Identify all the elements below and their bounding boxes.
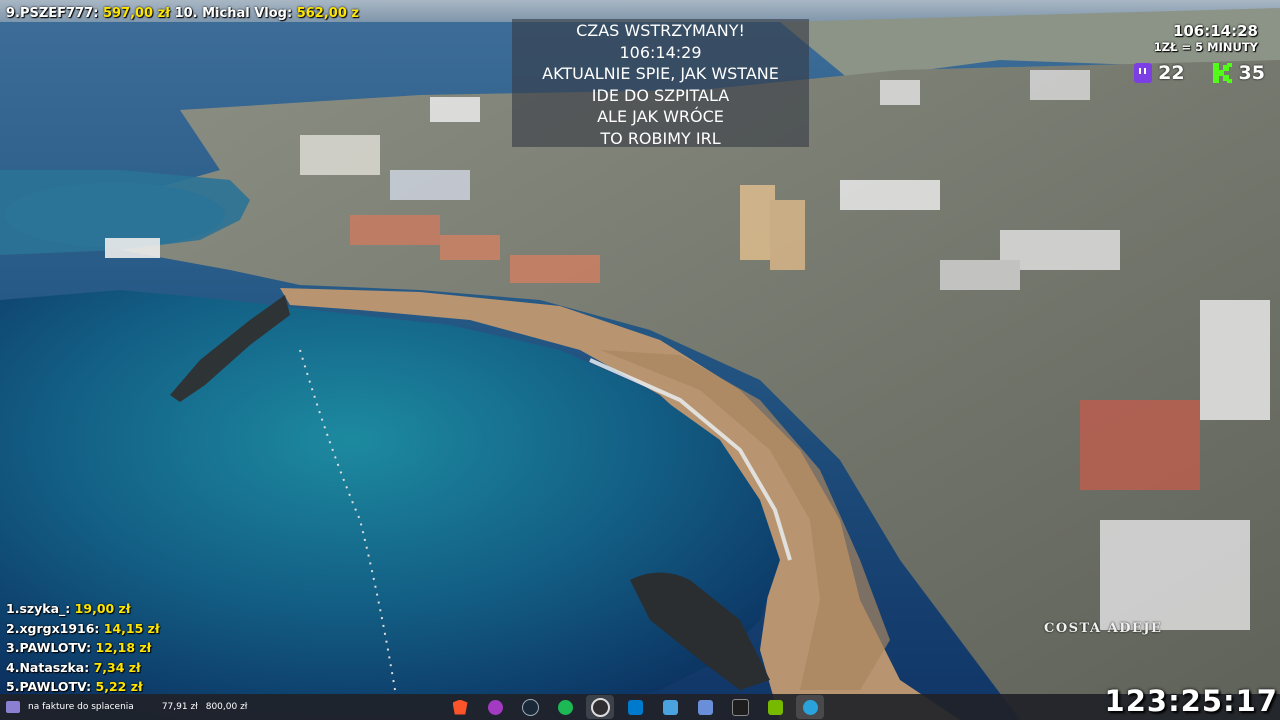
ticker-name-9: PSZEF777:	[19, 6, 99, 21]
ticker-amount-9: 597,00 zł	[102, 6, 171, 21]
leaderboard-row: 3.PAWLOTV: 12,18 zł	[6, 640, 152, 656]
ticker-name-10: Michal Vlog:	[202, 6, 293, 21]
messenger-icon[interactable]	[481, 695, 509, 719]
subathon-timer-panel: 106:14:28 1ZŁ = 5 MINUTY	[1154, 22, 1258, 54]
vscode-icon[interactable]	[621, 695, 649, 719]
twitch-icon	[1134, 63, 1153, 83]
obs-icon[interactable]	[586, 695, 614, 719]
goal-widget-current: 77,91 zł	[161, 702, 198, 712]
network-tool-icon[interactable]	[691, 695, 719, 719]
leaderboard-row: 4.Nataszka: 7,34 zł	[6, 659, 141, 675]
twitch-viewer-count: 22	[1158, 62, 1185, 84]
viewer-counters: 22 35	[1134, 62, 1265, 84]
nvidia-icon[interactable]	[761, 695, 789, 719]
kick-icon	[1211, 62, 1233, 84]
brave-icon[interactable]	[446, 695, 474, 719]
message-line-4: IDE DO SZPITALA	[591, 85, 730, 105]
rate-label: 1ZŁ = 5 MINUTY	[1153, 40, 1258, 54]
kick-viewer-count: 35	[1238, 62, 1265, 84]
goal-widget-icon	[6, 701, 20, 713]
main-stream-timer: 123:25:17	[1104, 684, 1278, 718]
leaderboard-row: 1.szyka_: 19,00 zł	[6, 601, 131, 616]
ticker-rank-9: 9.	[6, 6, 20, 21]
steam-icon[interactable]	[516, 695, 544, 719]
paused-message-box: CZAS WSTRZYMANY! 106:14:29 AKTUALNIE SPI…	[512, 19, 809, 148]
windows-tool-icon[interactable]	[656, 695, 684, 719]
leaderboard-row: 2.xgrgx1916: 14,15 zł	[6, 620, 160, 636]
message-line-2: 106:14:29	[619, 42, 702, 62]
location-caption: COSTA ADEJE	[1044, 621, 1163, 636]
message-line-3: AKTUALNIE SPIE, JAK WSTANE	[542, 64, 779, 83]
terminal-icon[interactable]	[726, 695, 754, 719]
spotify-icon[interactable]	[551, 695, 579, 719]
goal-widget-goal: 800,00 zł	[205, 702, 248, 712]
top-donation-ticker: 9.PSZEF777: 597,00 zł 10. Michal Vlog: 5…	[6, 6, 359, 21]
ticker-amount-10: 562,00 z	[296, 6, 359, 21]
message-line-1: CZAS WSTRZYMANY!	[576, 21, 745, 40]
goal-widget-label: na fakture do splacenia	[28, 702, 134, 712]
message-line-6: TO ROBIMY IRL	[600, 128, 721, 148]
message-line-5: ALE JAK WRÓCE	[597, 107, 724, 126]
donation-goal-widget[interactable]: na fakture do splacenia 77,91 zł 800,00 …	[6, 697, 247, 717]
taskbar-apps	[446, 695, 824, 719]
ticker-rank-10: 10.	[174, 6, 198, 21]
telegram-icon[interactable]	[796, 695, 824, 719]
subathon-timer: 106:14:28	[1172, 22, 1258, 40]
donation-leaderboard: 1.szyka_: 19,00 zł 2.xgrgx1916: 14,15 zł…	[6, 599, 160, 697]
